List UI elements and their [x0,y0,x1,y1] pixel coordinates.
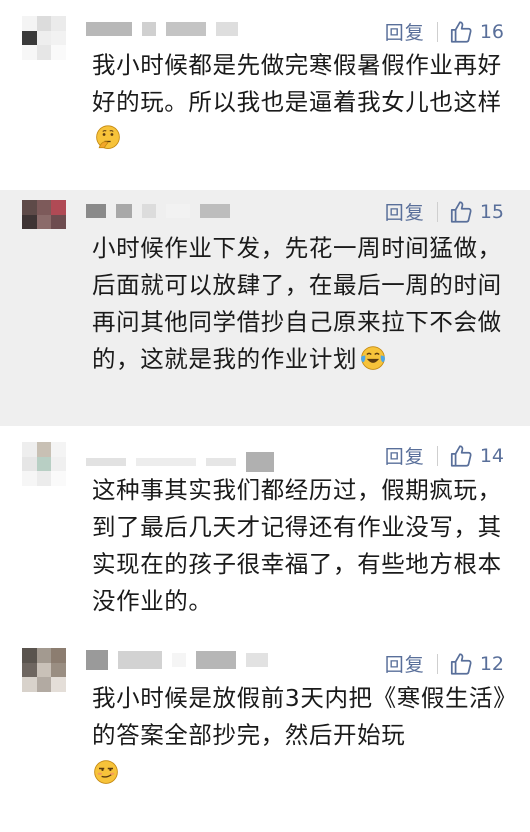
thinking-face-emoji [96,125,120,149]
comment-body: 这种事其实我们都经历过，假期疯玩，到了最后几天才记得还有作业没写，其实现在的孩子… [92,476,502,615]
username-blurred[interactable] [86,650,268,670]
comment-text: 小时候作业下发，先花一周时间猛做，后面就可以放肆了，在最后一周的时间再问其他同学… [92,230,512,378]
thumbs-up-icon[interactable] [448,651,474,677]
comment-text: 我小时候都是先做完寒假暑假作业再好好的玩。所以我也是逼着我女儿也这样 [92,47,512,158]
smirking-face-emoji [94,760,118,784]
divider [436,445,438,466]
comment-body: 我小时候都是先做完寒假暑假作业再好好的玩。所以我也是逼着我女儿也这样 [92,51,502,116]
like-count: 12 [479,652,504,675]
comment-body: 我小时候是放假前3天内把《寒假生活》的答案全部抄完，然后开始玩 [92,684,506,749]
divider [436,21,438,42]
tears-of-joy-emoji [361,346,386,370]
comment-item: 回复 14 这种事其实我们都经历过，假期疯玩，到了最后几天才记得还有作业没写，其… [0,426,530,636]
avatar[interactable] [22,16,66,60]
reply-button[interactable]: 回复 [385,442,425,469]
username-blurred[interactable] [86,204,230,218]
divider [436,653,438,674]
like-count: 15 [479,200,504,223]
comment-actions: 回复 14 [385,442,504,469]
thumbs-up-icon[interactable] [448,19,474,45]
comment-item: 回复 12 我小时候是放假前3天内把《寒假生活》的答案全部抄完，然后开始玩 [0,636,530,832]
comment-actions: 回复 12 [385,650,504,677]
like-count: 16 [479,20,504,43]
divider [436,201,438,222]
like-count: 14 [479,444,504,467]
thumbs-up-icon[interactable] [448,443,474,469]
comment-text: 我小时候是放假前3天内把《寒假生活》的答案全部抄完，然后开始玩 [92,680,512,792]
username-blurred[interactable] [86,452,274,472]
thumbs-up-icon[interactable] [448,199,474,225]
reply-button[interactable]: 回复 [385,198,425,225]
reply-button[interactable]: 回复 [385,650,425,677]
comment-item: 回复 16 我小时候都是先做完寒假暑假作业再好好的玩。所以我也是逼着我女儿也这样 [0,0,530,180]
username-blurred[interactable] [86,22,238,36]
comment-item: 回复 15 小时候作业下发，先花一周时间猛做，后面就可以放肆了，在最后一周的时间… [0,190,530,426]
comment-actions: 回复 16 [385,18,504,45]
avatar[interactable] [22,200,66,244]
comment-text: 这种事其实我们都经历过，假期疯玩，到了最后几天才记得还有作业没写，其实现在的孩子… [92,472,512,620]
avatar[interactable] [22,442,66,486]
avatar[interactable] [22,648,66,692]
comment-list: 回复 16 我小时候都是先做完寒假暑假作业再好好的玩。所以我也是逼着我女儿也这样… [0,0,530,832]
reply-button[interactable]: 回复 [385,18,425,45]
comment-body: 小时候作业下发，先花一周时间猛做，后面就可以放肆了，在最后一周的时间再问其他同学… [92,234,502,373]
comment-actions: 回复 15 [385,198,504,225]
